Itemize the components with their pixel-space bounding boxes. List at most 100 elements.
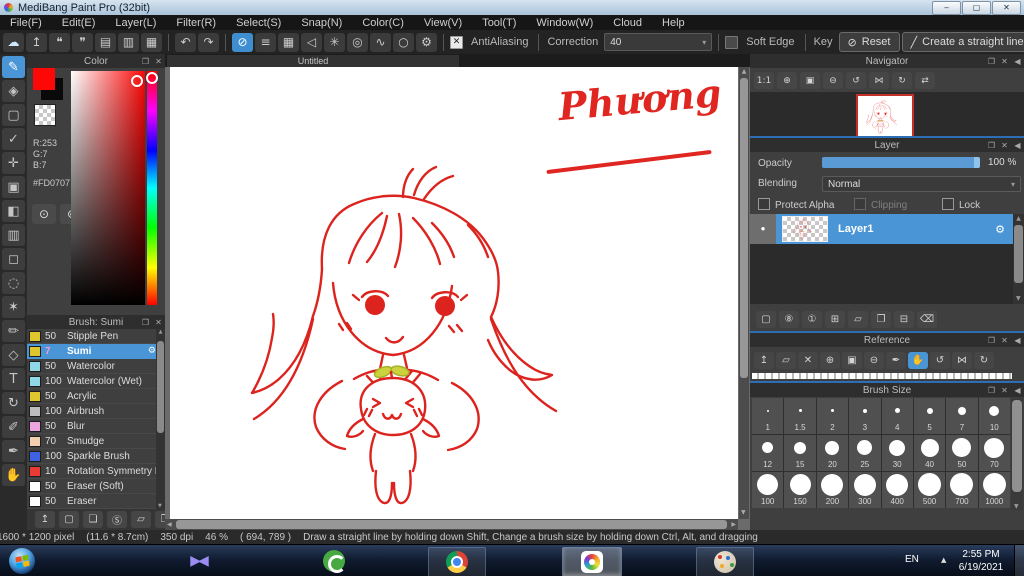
show-desktop-button[interactable] bbox=[1014, 545, 1024, 576]
eyedropper-tool[interactable]: ✒ bbox=[2, 440, 25, 462]
protect-alpha-checkbox[interactable] bbox=[758, 198, 770, 210]
paint-taskbar-button[interactable] bbox=[696, 547, 754, 576]
duplicate-layer-icon[interactable]: ❐ bbox=[871, 310, 891, 328]
ref-cloud-icon[interactable]: ↥ bbox=[754, 351, 774, 369]
close-icon[interactable]: ✕ bbox=[998, 57, 1011, 66]
snap-parallel-icon[interactable]: ≡ bbox=[255, 32, 276, 52]
menu-help[interactable]: Help bbox=[652, 17, 695, 29]
brush-item[interactable]: 100 Airbrush bbox=[27, 404, 165, 419]
reset-button[interactable]: ⊘ Reset bbox=[838, 32, 900, 52]
undo-icon[interactable]: ↶ bbox=[175, 32, 196, 52]
ref-rotate-left-icon[interactable]: ↺ bbox=[930, 351, 950, 369]
form-icon[interactable]: ▥ bbox=[118, 32, 139, 52]
medibang-taskbar-button[interactable] bbox=[562, 547, 622, 576]
brush-size-cell[interactable]: 1 bbox=[752, 398, 784, 434]
collapse-icon[interactable]: ◀ bbox=[1011, 386, 1024, 395]
snap-settings-icon[interactable]: ⚙ bbox=[416, 32, 437, 52]
popout-icon[interactable]: ❐ bbox=[985, 57, 998, 66]
close-icon[interactable]: ✕ bbox=[998, 336, 1011, 345]
foreground-color-swatch[interactable] bbox=[33, 68, 55, 90]
menu-view[interactable]: View(V) bbox=[414, 17, 472, 29]
scroll-left-icon[interactable]: ◀ bbox=[167, 521, 172, 528]
popout-icon[interactable]: ❐ bbox=[985, 336, 998, 345]
brush-size-cell[interactable]: 7 bbox=[946, 398, 978, 434]
close-icon[interactable]: ✕ bbox=[152, 318, 165, 327]
close-icon[interactable]: ✕ bbox=[152, 57, 165, 66]
cloud-icon[interactable]: ☁ bbox=[3, 32, 24, 52]
minimize-button[interactable]: ‒ bbox=[932, 1, 961, 15]
rotate-right-icon[interactable]: ↻ bbox=[892, 72, 912, 89]
brush-size-cell[interactable]: 40 bbox=[913, 435, 946, 471]
opacity-slider[interactable] bbox=[822, 157, 980, 168]
sv-marker[interactable] bbox=[131, 75, 143, 87]
brush-item[interactable]: 50 Stipple Pen bbox=[27, 329, 165, 344]
scroll-down-icon[interactable]: ▼ bbox=[1016, 294, 1021, 304]
correction-dropdown[interactable]: 40 ▾ bbox=[604, 33, 713, 51]
ref-zoom-out-icon[interactable]: ⊖ bbox=[864, 351, 884, 369]
menu-select[interactable]: Select(S) bbox=[226, 17, 291, 29]
popout-icon[interactable]: ❐ bbox=[139, 57, 152, 66]
redo-icon[interactable]: ↷ bbox=[198, 32, 219, 52]
snap-off-icon[interactable]: ⊘ bbox=[232, 32, 253, 52]
brush-size-cell[interactable]: 300 bbox=[849, 472, 881, 508]
publish-icon[interactable]: ↥ bbox=[26, 32, 47, 52]
ref-open-icon[interactable]: ▱ bbox=[776, 351, 796, 369]
clipping-option[interactable]: Clipping bbox=[854, 198, 942, 211]
canvas-page[interactable]: Phương bbox=[170, 67, 738, 519]
brush-list-scrollbar[interactable]: ▲ ▼ bbox=[156, 329, 165, 509]
lock-checkbox[interactable] bbox=[942, 198, 954, 210]
close-icon[interactable]: ✕ bbox=[998, 141, 1011, 150]
menu-snap[interactable]: Snap(N) bbox=[291, 17, 352, 29]
grid-view-icon[interactable]: ▦ bbox=[141, 32, 162, 52]
ref-rotate-reset-icon[interactable]: ⋈ bbox=[952, 351, 972, 369]
text-tool[interactable]: T bbox=[2, 368, 25, 390]
eraser-tool[interactable]: ◈ bbox=[2, 80, 25, 102]
ref-hand-icon[interactable]: ✋ bbox=[908, 351, 928, 369]
brush-folder-icon[interactable]: ▱ bbox=[131, 511, 151, 528]
scroll-thumb[interactable] bbox=[740, 78, 748, 378]
brush-new-icon[interactable]: ▢ bbox=[59, 511, 79, 528]
add-layer-menu-icon[interactable]: ⊞ bbox=[825, 310, 845, 328]
merge-layer-icon[interactable]: ⊟ bbox=[894, 310, 914, 328]
layer-settings-icon[interactable]: ⚙ bbox=[995, 223, 1005, 236]
brush-size-cell[interactable]: 3 bbox=[849, 398, 881, 434]
canvas-horizontal-scrollbar[interactable]: ◀ ▶ bbox=[165, 519, 738, 530]
ref-zoom-in-icon[interactable]: ⊕ bbox=[820, 351, 840, 369]
brush-add-image-icon[interactable]: ❏ bbox=[83, 511, 103, 528]
brush-size-cell[interactable]: 5 bbox=[913, 398, 946, 434]
ref-clear-icon[interactable]: ✕ bbox=[798, 351, 818, 369]
comment-icon[interactable]: ❝ bbox=[49, 32, 70, 52]
brush-item[interactable]: 50 Eraser bbox=[27, 494, 165, 509]
menu-window[interactable]: Window(W) bbox=[526, 17, 603, 29]
start-button[interactable] bbox=[7, 547, 37, 575]
new-folder-icon[interactable]: ▱ bbox=[848, 310, 868, 328]
saturation-value-picker[interactable] bbox=[71, 71, 145, 305]
brush-item[interactable]: 50 Eraser (Soft) bbox=[27, 479, 165, 494]
zoom-in-icon[interactable]: ⊕ bbox=[777, 72, 797, 89]
tray-expand-icon[interactable]: ▲ bbox=[941, 556, 946, 564]
navigator-preview[interactable] bbox=[750, 92, 1024, 138]
palette-icon[interactable]: ⊙ bbox=[32, 204, 56, 224]
language-indicator[interactable]: EN bbox=[905, 554, 919, 565]
brush-script-icon[interactable]: Ⓢ bbox=[107, 511, 127, 528]
brush-item[interactable]: 50 Blur bbox=[27, 419, 165, 434]
fit-window-icon[interactable]: ▣ bbox=[800, 72, 820, 89]
clipping-checkbox[interactable] bbox=[854, 198, 866, 210]
brush-size-cell[interactable]: 4 bbox=[881, 398, 913, 434]
layer-visibility-toggle[interactable]: ● bbox=[750, 214, 776, 244]
new-layer-icon[interactable]: ▢ bbox=[756, 310, 776, 328]
menu-cloud[interactable]: Cloud bbox=[603, 17, 652, 29]
brush-item[interactable]: 7 Sumi ⚙ bbox=[27, 344, 165, 359]
scroll-down-icon[interactable]: ▼ bbox=[1014, 503, 1019, 510]
scroll-thumb[interactable] bbox=[157, 341, 164, 433]
brush-settings-icon[interactable]: ⚙ bbox=[148, 346, 156, 356]
brush-size-cell[interactable]: 20 bbox=[816, 435, 849, 471]
brush-item[interactable]: 100 Watercolor (Wet) bbox=[27, 374, 165, 389]
delete-layer-icon[interactable]: ⌫ bbox=[917, 310, 937, 328]
rotate-view-tool[interactable]: ↻ bbox=[2, 392, 25, 414]
taskbar-clock[interactable]: 2:55 PM 6/19/2021 bbox=[952, 548, 1010, 574]
brush-cloud-icon[interactable]: ↥ bbox=[35, 511, 55, 528]
bucket-tool[interactable]: ◧ bbox=[2, 200, 25, 222]
brush-size-cell[interactable]: 25 bbox=[849, 435, 881, 471]
brush-size-cell[interactable]: 12 bbox=[752, 435, 784, 471]
